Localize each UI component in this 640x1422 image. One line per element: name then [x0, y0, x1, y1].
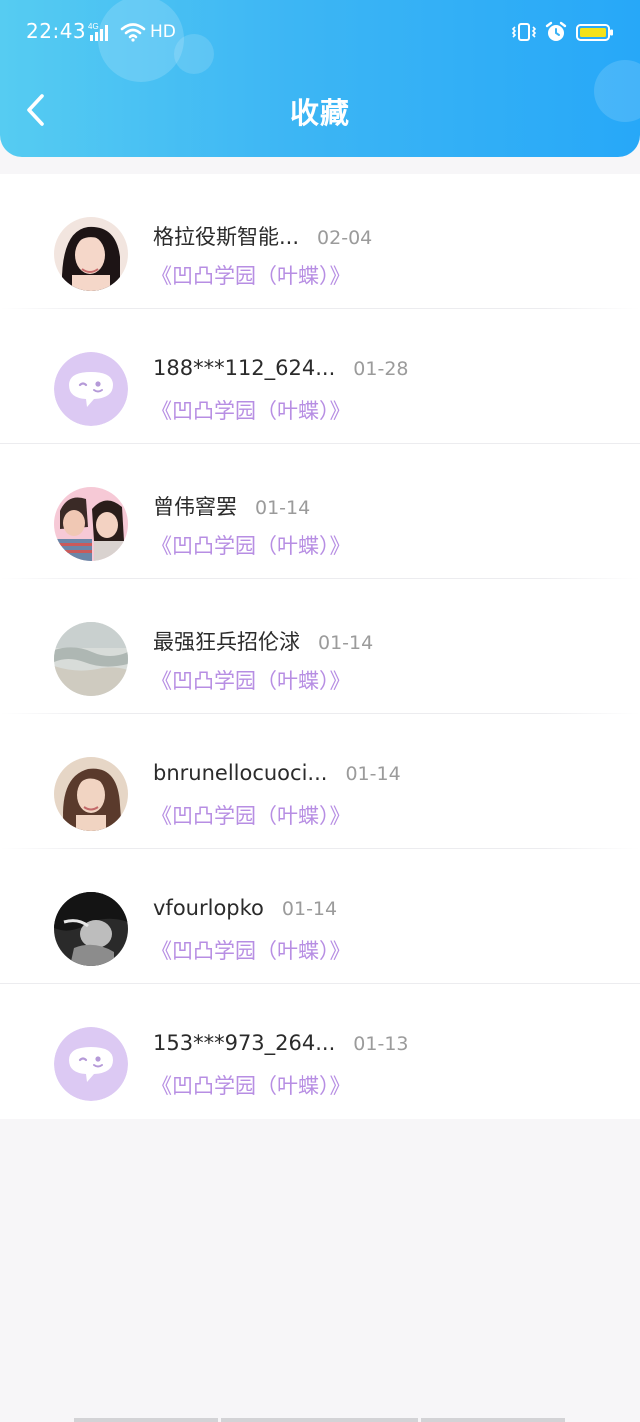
- default-chat-avatar-icon: [54, 352, 128, 426]
- favorite-date: 02-04: [317, 227, 373, 249]
- signal-icon: 4G: [88, 22, 108, 41]
- favorite-item[interactable]: 格拉役斯智能... 02-04 《凹凸学园（叶蝶）》: [0, 174, 640, 309]
- book-title[interactable]: 《凹凸学园（叶蝶）》: [151, 665, 351, 695]
- favorite-date: 01-14: [318, 632, 374, 654]
- favorite-item[interactable]: 153***973_264... 01-13 《凹凸学园（叶蝶）》: [0, 984, 640, 1119]
- user-name[interactable]: vfourlopko: [153, 896, 264, 920]
- nav-indicator-segment: [74, 1418, 218, 1422]
- status-right-icons: [510, 20, 614, 44]
- favorite-item[interactable]: 188***112_624... 01-28 《凹凸学园（叶蝶）》: [0, 309, 640, 444]
- favorite-date: 01-14: [281, 898, 338, 920]
- book-title[interactable]: 《凹凸学园（叶蝶）》: [151, 530, 351, 560]
- book-title[interactable]: 《凹凸学园（叶蝶）》: [151, 1070, 351, 1100]
- favorite-date: 01-13: [353, 1033, 409, 1055]
- user-avatar[interactable]: [54, 757, 128, 831]
- user-avatar[interactable]: [54, 217, 128, 291]
- book-title[interactable]: 《凹凸学园（叶蝶）》: [151, 395, 351, 425]
- user-avatar[interactable]: [54, 1027, 128, 1101]
- user-name[interactable]: 188***112_624...: [153, 356, 335, 380]
- page-title: 收藏: [289, 96, 350, 130]
- title-bar: 收藏: [0, 76, 640, 142]
- favorites-list: 格拉役斯智能... 02-04 《凹凸学园（叶蝶）》 188***112_624…: [0, 174, 640, 1119]
- nav-indicator-segment: [421, 1418, 565, 1422]
- status-left-icons: 4G HD: [88, 20, 176, 44]
- user-avatar[interactable]: [54, 487, 128, 561]
- nav-indicator-segment: [221, 1418, 418, 1422]
- user-name[interactable]: bnrunellocuoci...: [153, 761, 327, 785]
- user-name[interactable]: 最强狂兵招伦浗: [153, 626, 300, 656]
- user-avatar[interactable]: [54, 892, 128, 966]
- favorite-item[interactable]: 曾伟窨罢 01-14 《凹凸学园（叶蝶）》: [0, 444, 640, 579]
- favorite-date: 01-28: [353, 358, 409, 380]
- default-chat-avatar-icon: [54, 1027, 128, 1101]
- alarm-icon: [545, 21, 567, 41]
- header: 22:43 4G HD 收藏: [0, 0, 640, 157]
- book-title[interactable]: 《凹凸学园（叶蝶）》: [151, 935, 351, 965]
- wifi-icon: [120, 23, 146, 42]
- favorite-item[interactable]: bnrunellocuoci... 01-14 《凹凸学园（叶蝶）》: [0, 714, 640, 849]
- favorite-date: 01-14: [345, 763, 401, 785]
- user-name[interactable]: 曾伟窨罢: [153, 491, 237, 521]
- hd-label: HD: [150, 22, 176, 42]
- book-title[interactable]: 《凹凸学园（叶蝶）》: [151, 800, 351, 830]
- user-avatar[interactable]: [54, 622, 128, 696]
- status-time: 22:43: [26, 19, 87, 43]
- network-type-label: 4G: [88, 22, 99, 31]
- user-avatar[interactable]: [54, 352, 128, 426]
- book-title[interactable]: 《凹凸学园（叶蝶）》: [151, 260, 351, 290]
- favorite-item[interactable]: 最强狂兵招伦浗 01-14 《凹凸学园（叶蝶）》: [0, 579, 640, 714]
- status-bar: 22:43 4G HD: [0, 0, 640, 64]
- favorite-item[interactable]: vfourlopko 01-14 《凹凸学园（叶蝶）》: [0, 849, 640, 984]
- battery-icon: [576, 24, 613, 41]
- user-name[interactable]: 格拉役斯智能...: [153, 221, 299, 251]
- vibrate-icon: [511, 23, 537, 41]
- user-name[interactable]: 153***973_264...: [153, 1031, 335, 1055]
- favorite-date: 01-14: [255, 497, 311, 519]
